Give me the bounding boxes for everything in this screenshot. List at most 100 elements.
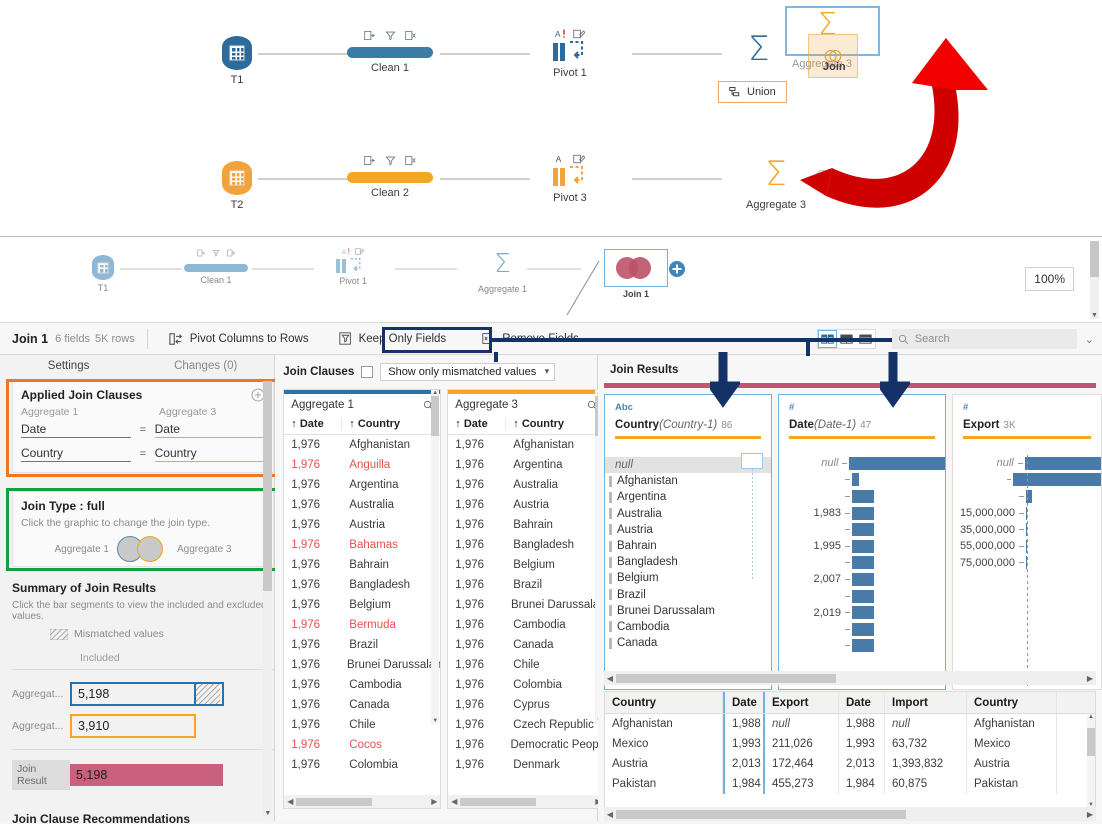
histogram-row[interactable]: 2,007 bbox=[779, 571, 945, 588]
scrollbar-thumb[interactable] bbox=[616, 809, 906, 819]
join-result-row[interactable]: Join Result 5,198 bbox=[12, 760, 274, 790]
list-item[interactable]: 1,976 Colombia bbox=[448, 675, 604, 695]
list-item[interactable]: 1,976 Belgium bbox=[448, 555, 604, 575]
histogram-row[interactable]: null bbox=[779, 455, 946, 472]
list-item[interactable]: 1,976 Brazil bbox=[284, 635, 440, 655]
category-scroll-indicator[interactable] bbox=[741, 453, 763, 581]
histogram-row[interactable] bbox=[779, 521, 945, 538]
chevron-left-icon[interactable]: ◀ bbox=[604, 674, 616, 683]
category-row[interactable]: Canada bbox=[605, 635, 771, 651]
pane-rows[interactable]: 1,976 Afghanistan 1,976 Argentina 1,976 Austr… bbox=[448, 435, 604, 769]
histogram-row[interactable] bbox=[779, 638, 945, 655]
list-item[interactable]: 1,976 Bahrain bbox=[284, 555, 440, 575]
chevron-left-icon[interactable]: ◀ bbox=[604, 810, 616, 819]
list-item[interactable]: 1,976 Chile bbox=[284, 715, 440, 735]
column-header[interactable]: Country bbox=[605, 692, 723, 713]
pane-rows[interactable]: 1,976 Afghanistan 1,976 Anguilla 1,976 Argent… bbox=[284, 435, 440, 769]
column-header[interactable]: Export bbox=[765, 692, 839, 713]
scrollbar-thumb[interactable] bbox=[616, 673, 836, 683]
profile-card-export[interactable]: # Export 3K null 15,000,000 35,000,000 55,00… bbox=[952, 394, 1102, 690]
list-item[interactable]: 1,976 Argentina bbox=[448, 455, 604, 475]
list-item[interactable]: 1,976 Argentina bbox=[284, 475, 440, 495]
list-item[interactable]: 1,976 Brunei Darussalam bbox=[448, 595, 604, 615]
column-header[interactable]: Import bbox=[885, 692, 967, 713]
histogram-bar[interactable] bbox=[852, 506, 874, 520]
flow-pivot-3[interactable]: A Pivot 3 bbox=[553, 153, 587, 204]
chevron-down-icon[interactable]: ⌄ bbox=[1085, 333, 1094, 346]
list-item[interactable]: 1,976 Cocos bbox=[284, 735, 440, 755]
list-item[interactable]: 1,976 Bangladesh bbox=[284, 575, 440, 595]
table-body[interactable]: Afghanistan 1,988 null 1,988 null Afghanistan… bbox=[605, 714, 1095, 794]
category-row[interactable]: Cambodia bbox=[605, 619, 771, 635]
category-row[interactable]: Brazil bbox=[605, 587, 771, 603]
chevron-up-icon[interactable]: ▲ bbox=[431, 390, 439, 396]
flow-step-clean1[interactable]: Clean 1 bbox=[184, 249, 248, 285]
chevron-up-icon[interactable]: ▲ bbox=[1087, 714, 1095, 720]
flow-clean-2[interactable]: Clean 2 bbox=[347, 155, 433, 199]
grid-vertical-scrollbar[interactable]: ▲ ▼ bbox=[1087, 714, 1095, 808]
plus-circle-icon[interactable] bbox=[668, 260, 686, 278]
histogram-bar[interactable] bbox=[852, 523, 874, 537]
list-item[interactable]: 1,976 Anguilla bbox=[284, 455, 440, 475]
list-item[interactable]: 1,976 Cambodia bbox=[284, 675, 440, 695]
data-grid-view-icon[interactable] bbox=[856, 330, 875, 348]
histogram-row[interactable] bbox=[779, 488, 945, 505]
flow-step-pivot1[interactable]: A Pivot 1 bbox=[336, 247, 370, 286]
histogram-bar[interactable] bbox=[852, 572, 874, 586]
histogram-bar[interactable] bbox=[852, 473, 859, 487]
scrollbar-thumb[interactable] bbox=[263, 381, 273, 591]
scrollbar-thumb[interactable] bbox=[1090, 241, 1099, 277]
table-row[interactable]: Pakistan 1,984 455,273 1,984 60,875 Pakistan bbox=[605, 774, 1095, 794]
settings-vertical-scrollbar[interactable]: ▼ bbox=[263, 381, 273, 817]
histogram-row[interactable] bbox=[779, 621, 945, 638]
list-item[interactable]: 1,976 Brazil bbox=[448, 575, 604, 595]
pane-column-headers[interactable]: ↑ Date ↑ Country bbox=[448, 415, 605, 435]
histogram-row[interactable] bbox=[779, 588, 945, 605]
list-item[interactable]: 1,976 Canada bbox=[284, 695, 440, 715]
list-item[interactable]: 1,976 Australia bbox=[448, 475, 604, 495]
list-item[interactable]: 1,976 Democratic People' bbox=[448, 735, 604, 755]
list-item[interactable]: 1,976 Denmark bbox=[448, 755, 604, 769]
histogram-bar[interactable] bbox=[849, 456, 946, 470]
search-input[interactable]: Search bbox=[891, 329, 1077, 349]
column-header[interactable]: Date bbox=[723, 692, 765, 713]
profiles-horizontal-scrollbar[interactable]: ◀ ▶ bbox=[604, 671, 1096, 685]
list-item[interactable]: 1,976 Colombia bbox=[284, 755, 440, 769]
scrollbar-thumb[interactable] bbox=[1087, 728, 1095, 756]
list-item[interactable]: 1,976 Brunei Darussalam bbox=[284, 655, 440, 675]
list-item[interactable]: 1,976 Bangladesh bbox=[448, 535, 604, 555]
list-item[interactable]: 1,976 Bahrain bbox=[448, 515, 604, 535]
histogram-bar[interactable] bbox=[852, 622, 874, 636]
histogram-row[interactable]: 1,983 bbox=[779, 505, 945, 522]
histogram-bar[interactable] bbox=[852, 606, 874, 620]
column-header[interactable]: Date bbox=[839, 692, 885, 713]
settings-tabs[interactable]: Settings Changes (0) bbox=[0, 355, 274, 377]
pane-vertical-scrollbar[interactable]: ▲ ▼ bbox=[431, 390, 440, 724]
column-header-date[interactable]: ↑ Date bbox=[448, 418, 507, 430]
list-item[interactable]: 1,976 Afghanistan bbox=[448, 435, 604, 455]
scrollbar-thumb[interactable] bbox=[460, 797, 537, 806]
list-item[interactable]: 1,976 Bahamas bbox=[284, 535, 440, 555]
histogram-bar[interactable] bbox=[852, 556, 874, 570]
view-mode-group[interactable] bbox=[816, 329, 876, 349]
export-histogram[interactable]: null 15,000,000 35,000,000 55,000,000 75,000… bbox=[953, 439, 1101, 689]
histogram-row[interactable] bbox=[779, 472, 945, 489]
zoom-level-chip[interactable]: 100% bbox=[1025, 267, 1074, 291]
profile-card-country[interactable]: Abc Country(Country-1) 86 null Afghanistan… bbox=[604, 394, 772, 690]
column-header[interactable]: Country bbox=[967, 692, 1057, 713]
flow-vertical-scrollbar[interactable]: ▼ bbox=[1090, 241, 1099, 319]
list-item[interactable]: 1,976 Canada bbox=[448, 635, 604, 655]
grid-horizontal-scrollbar[interactable]: ◀ ▶ bbox=[604, 807, 1096, 821]
column-header-country[interactable]: ↑ Country bbox=[342, 418, 400, 430]
histogram-bar[interactable] bbox=[852, 489, 874, 503]
chevron-left-icon[interactable]: ◀ bbox=[448, 797, 460, 806]
keep-only-fields-button[interactable]: Keep Only Fields bbox=[330, 328, 456, 349]
chevron-left-icon[interactable]: ◀ bbox=[284, 797, 296, 806]
flow-step-aggregate1[interactable]: Σ Aggregate 1 bbox=[478, 247, 527, 294]
category-row[interactable]: Brunei Darussalam bbox=[605, 603, 771, 619]
mismatched-filter-dropdown[interactable]: Show only mismatched values bbox=[380, 363, 556, 381]
table-row[interactable]: Austria 2,013 172,464 2,013 1,393,832 Austria bbox=[605, 754, 1095, 774]
chevron-down-icon[interactable]: ▼ bbox=[1090, 312, 1099, 319]
summary-bar-row[interactable]: Aggregat... 5,198 bbox=[12, 682, 274, 706]
table-row[interactable]: Mexico 1,993 211,026 1,993 63,732 Mexico bbox=[605, 734, 1095, 754]
